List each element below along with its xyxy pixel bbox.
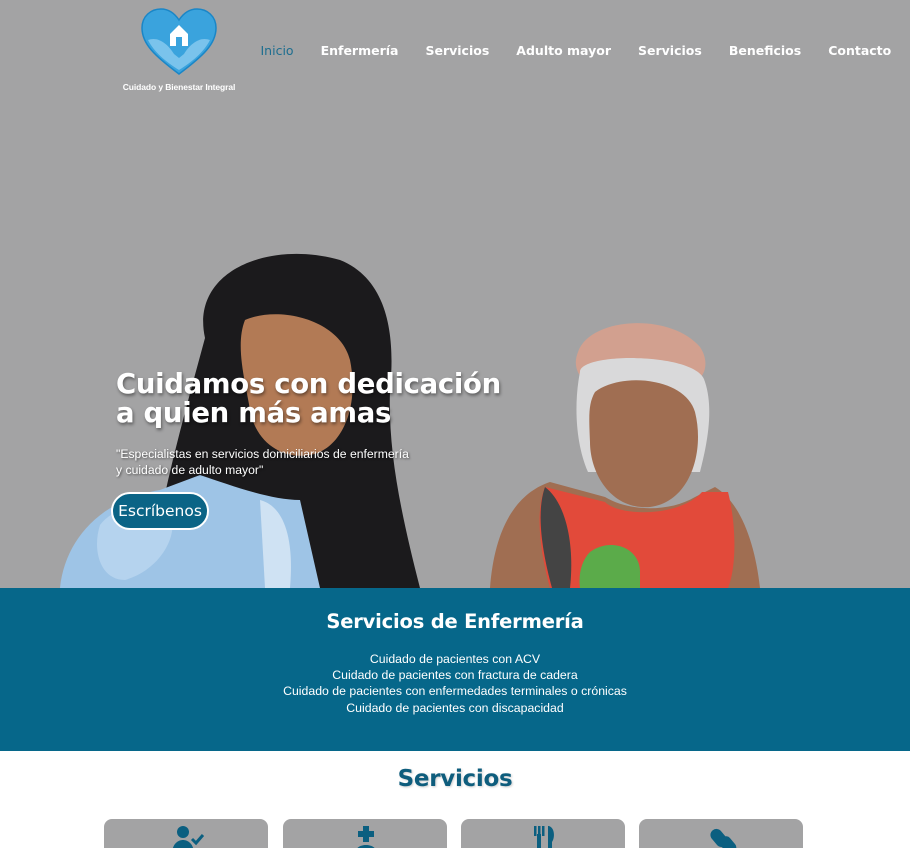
hero-subtitle-line2: y cuidado de adulto mayor" (116, 463, 264, 477)
nav-item-adulto-mayor[interactable]: Adulto mayor (516, 43, 611, 61)
list-item: Cuidado de pacientes con enfermedades te… (283, 684, 627, 699)
hero-headline: Cuidamos con dedicación a quien más amas (116, 370, 536, 428)
nav-item-inicio[interactable]: Inicio (261, 43, 294, 61)
services-title: Servicios (397, 766, 513, 792)
heart-hands-icon (141, 8, 217, 75)
hero-headline-line1: Cuidamos con dedicación (116, 368, 501, 400)
hero-section: Cuidado y Bienestar Integral Inicio Enfe… (0, 0, 910, 588)
hero-subtitle: "Especialistas en servicios domiciliario… (116, 446, 436, 478)
nursing-services-title: Servicios de Enfermería (326, 610, 584, 633)
main-nav: Inicio Enfermería Servicios Adulto mayor… (247, 43, 905, 61)
service-card-2[interactable] (283, 819, 447, 848)
service-card-3[interactable] (461, 819, 625, 848)
list-item: Cuidado de pacientes con discapacidad (346, 700, 564, 715)
hero-headline-line2: a quien más amas (116, 397, 392, 429)
nav-item-servicios[interactable]: Servicios (425, 43, 489, 61)
nav-item-contacto[interactable]: Contacto (828, 43, 891, 61)
brand-logo[interactable]: Cuidado y Bienestar Integral (120, 8, 238, 92)
nursing-services-list: Cuidado de pacientes con ACV Cuidado de … (0, 651, 910, 716)
service-card-4[interactable] (639, 819, 803, 848)
nursing-services-section: Servicios de Enfermería Cuidado de pacie… (0, 588, 910, 751)
medical-cross-user-icon (357, 826, 375, 848)
elder-photo (490, 323, 760, 588)
hero-subtitle-line1: "Especialistas en servicios domiciliario… (116, 447, 409, 461)
pill-bottle-icon (710, 828, 737, 848)
user-check-icon (172, 826, 204, 848)
list-item: Cuidado de pacientes con ACV (369, 652, 541, 666)
nav-item-enfermeria[interactable]: Enfermería (321, 43, 399, 61)
fork-knife-icon (534, 826, 554, 848)
brand-tagline: Cuidado y Bienestar Integral (122, 82, 236, 92)
nav-item-beneficios[interactable]: Beneficios (729, 43, 801, 61)
services-cards (104, 819, 804, 848)
service-card-1[interactable] (104, 819, 268, 848)
list-item: Cuidado de pacientes con fractura de cad… (332, 668, 578, 683)
contact-cta-button[interactable]: Escríbenos (111, 492, 209, 530)
nav-item-servicios-2[interactable]: Servicios (638, 43, 702, 61)
